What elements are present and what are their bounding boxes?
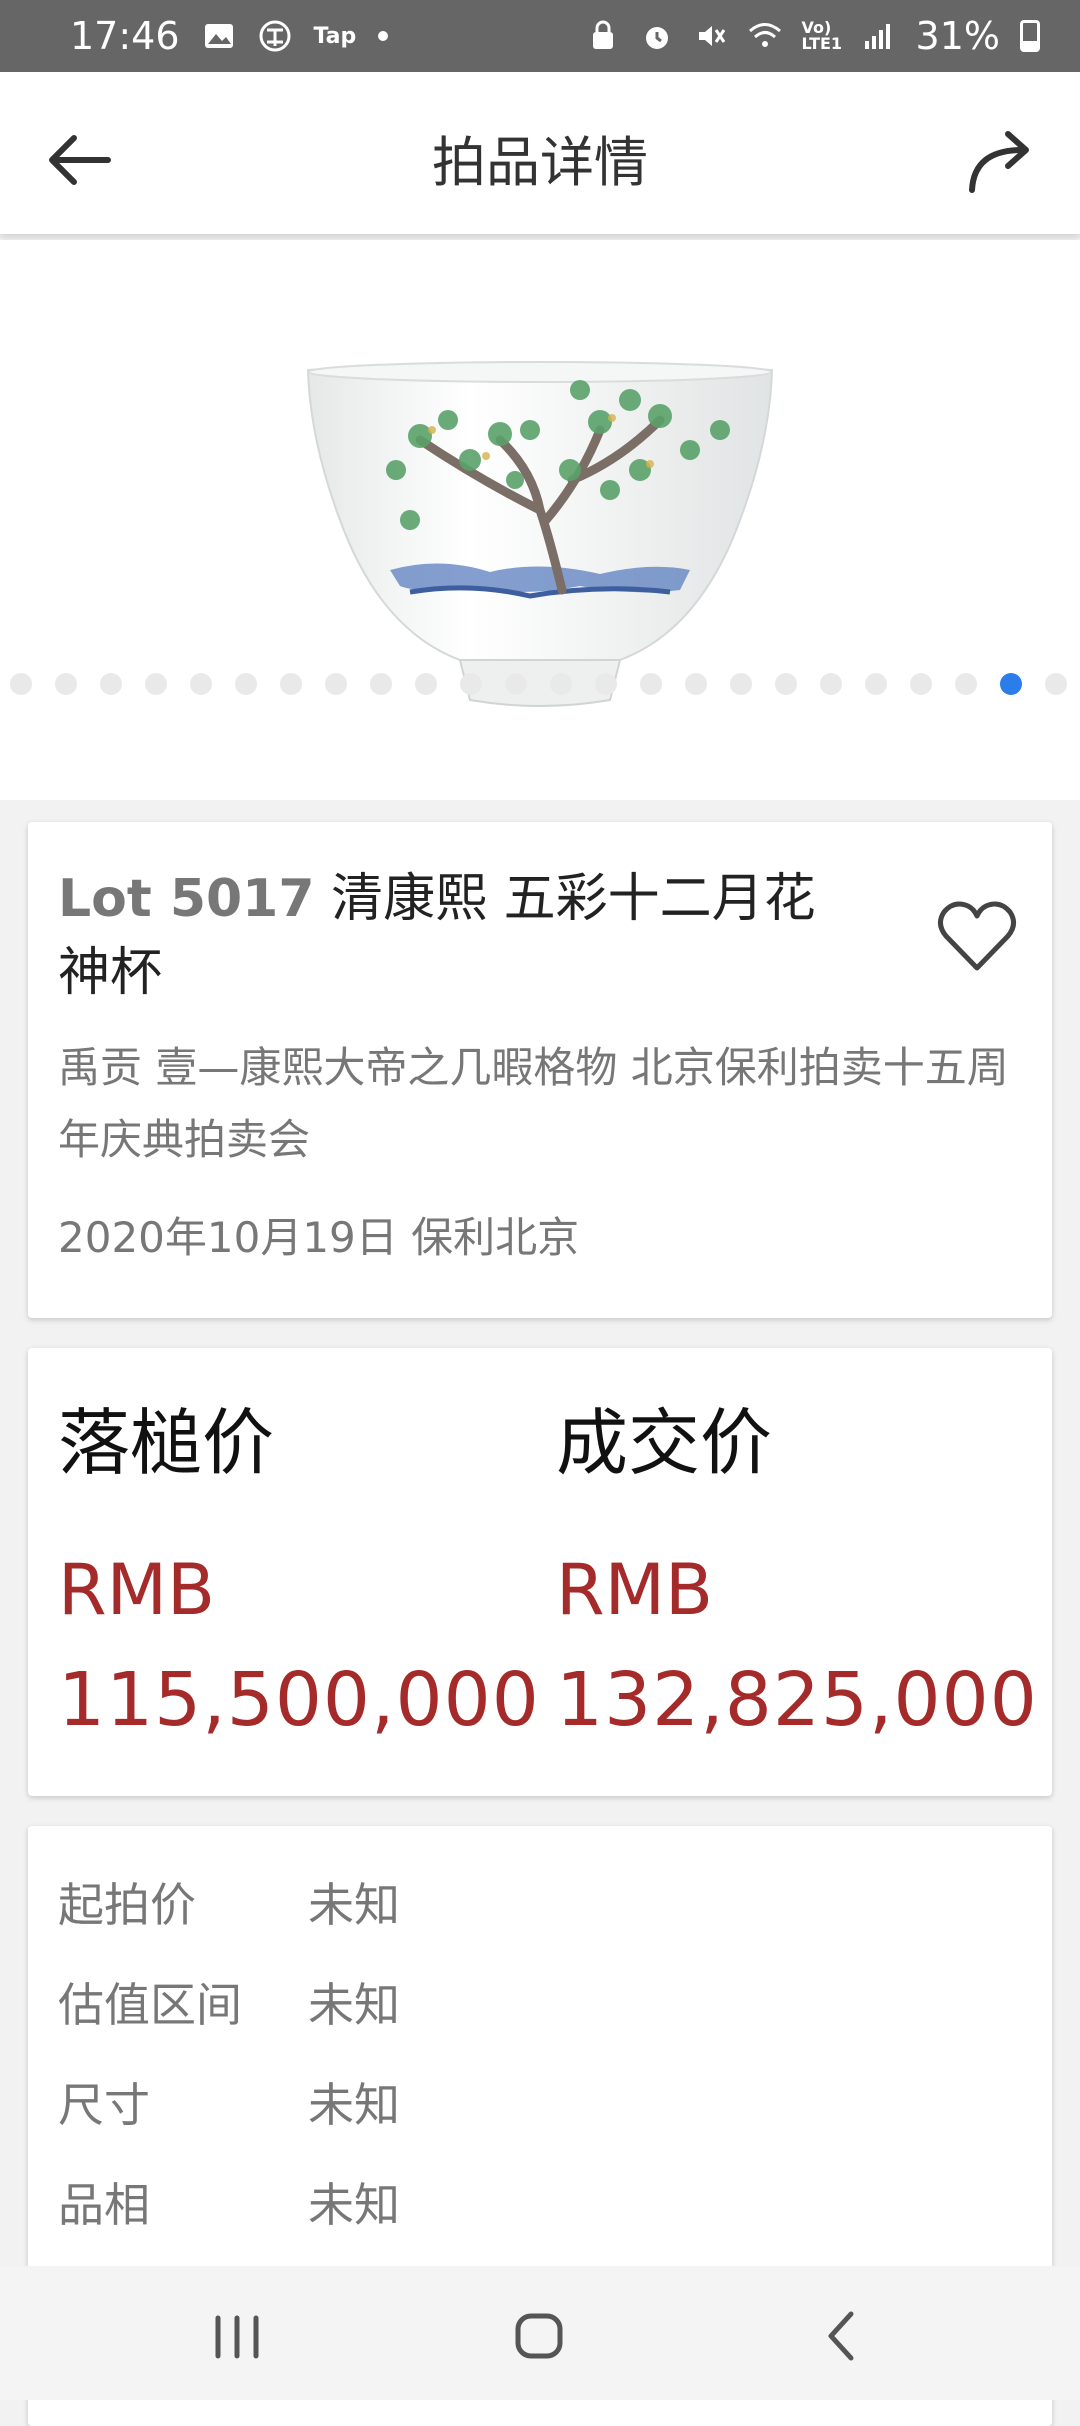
detail-label: 尺寸 <box>58 2078 150 2132</box>
deal-price-value: 132,825,000 <box>556 1657 1038 1743</box>
tap-label: Tap <box>313 23 357 49</box>
carousel-dot[interactable] <box>145 673 167 695</box>
detail-value: 未知 <box>308 2178 400 2232</box>
detail-value: 未知 <box>308 1978 400 2032</box>
deal-price-label: 成交价 <box>556 1401 773 1485</box>
battery-percent: 31% <box>915 14 1000 58</box>
carousel-dot[interactable] <box>550 673 572 695</box>
deal-price-currency: RMB <box>556 1549 714 1631</box>
volte-label: Vo) LTE1 <box>801 18 843 53</box>
page-title: 拍品详情 <box>432 131 648 194</box>
detail-label: 品相 <box>58 2178 150 2232</box>
share-button[interactable] <box>960 116 1050 206</box>
detail-row-estimate: 估值区间 未知 <box>58 1952 1022 2052</box>
carousel-dot[interactable] <box>100 673 122 695</box>
carousel-dot[interactable] <box>325 673 347 695</box>
status-time: 17:46 <box>70 14 180 58</box>
hammer-price-value: 115,500,000 <box>58 1657 540 1743</box>
carousel-dot[interactable] <box>685 673 707 695</box>
carousel-dot[interactable] <box>640 673 662 695</box>
carousel-dot[interactable] <box>910 673 932 695</box>
carousel-dot[interactable] <box>415 673 437 695</box>
detail-row-size: 尺寸 未知 <box>58 2052 1022 2152</box>
metro-icon <box>259 20 291 52</box>
detail-value: 未知 <box>308 2078 400 2132</box>
carousel-dot[interactable] <box>280 673 302 695</box>
battery-icon <box>1020 20 1040 52</box>
carousel-dot[interactable] <box>730 673 752 695</box>
hammer-price-block: 落槌价 RMB 115,500,000 <box>58 1384 540 1743</box>
carousel-dot[interactable] <box>55 673 77 695</box>
mute-icon <box>698 26 725 46</box>
carousel-dot[interactable] <box>865 673 887 695</box>
carousel-dot[interactable] <box>775 673 797 695</box>
lot-title: Lot 5017 清康熙 五彩十二月花神杯 <box>58 862 848 1010</box>
carousel-dots <box>0 673 1080 697</box>
lock-app-icon <box>592 20 613 49</box>
lot-number: Lot 5017 <box>58 869 315 929</box>
signal-icon <box>864 24 890 49</box>
carousel-dot[interactable] <box>955 673 977 695</box>
lot-image[interactable] <box>300 360 780 720</box>
lot-subtitle: 禹贡 壹—康熙大帝之几暇格物 北京保利拍卖十五周年庆典拍卖会 <box>58 1043 1009 1164</box>
carousel-dot[interactable] <box>505 673 527 695</box>
detail-label: 起拍价 <box>58 1878 196 1932</box>
chevron-left-icon[interactable] <box>797 2296 887 2376</box>
carousel-dot[interactable] <box>235 673 257 695</box>
status-bar: 17:46 Tap Vo) LTE1 31% <box>0 0 1080 72</box>
deal-price-block: 成交价 RMB 132,825,000 <box>556 1384 1038 1743</box>
system-nav-bar <box>0 2266 1080 2400</box>
carousel-dot[interactable] <box>10 673 32 695</box>
favorite-button[interactable] <box>932 892 1022 982</box>
recent-apps-icon[interactable] <box>192 2296 282 2376</box>
hammer-price-label: 落槌价 <box>58 1401 275 1485</box>
carousel-dot[interactable] <box>370 673 392 695</box>
home-icon[interactable] <box>494 2296 584 2376</box>
detail-row-condition: 品相 未知 <box>58 2152 1022 2252</box>
notification-dot-icon <box>378 31 389 41</box>
hammer-price-currency: RMB <box>58 1549 216 1631</box>
carousel-dot[interactable] <box>460 673 482 695</box>
alarm-icon <box>645 27 668 49</box>
detail-row-start-price: 起拍价 未知 <box>58 1852 1022 1952</box>
detail-value: 未知 <box>308 1878 400 1932</box>
app-header: 拍品详情 <box>0 72 1080 234</box>
carousel-dot-active[interactable] <box>1000 673 1022 695</box>
price-card: 落槌价 RMB 115,500,000 成交价 RMB 132,825,000 <box>28 1348 1052 1796</box>
wifi-icon <box>748 23 781 47</box>
lot-date-place: 2020年10月19日 保利北京 <box>58 1213 580 1262</box>
gallery-icon <box>204 24 233 48</box>
carousel-dot[interactable] <box>1045 673 1067 695</box>
detail-label: 估值区间 <box>58 1978 242 2032</box>
image-carousel[interactable] <box>0 240 1080 800</box>
carousel-dot[interactable] <box>595 673 617 695</box>
carousel-dot[interactable] <box>820 673 842 695</box>
lot-info-card: Lot 5017 清康熙 五彩十二月花神杯 禹贡 壹—康熙大帝之几暇格物 北京保… <box>28 822 1052 1318</box>
carousel-dot[interactable] <box>190 673 212 695</box>
